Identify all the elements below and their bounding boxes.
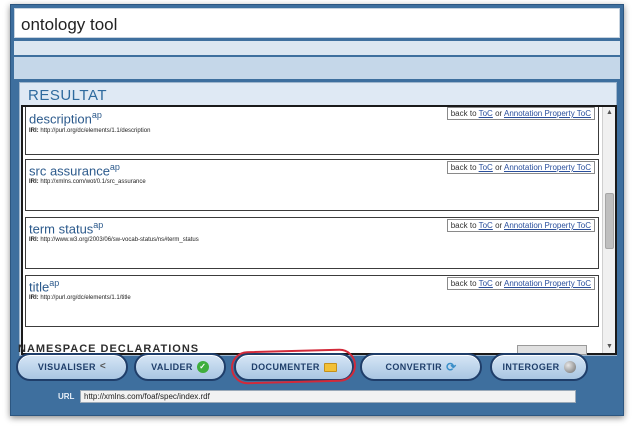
- backlink-box: back to ToC or Annotation Property ToC: [446, 107, 595, 120]
- toc-link[interactable]: ToC: [479, 221, 493, 230]
- url-input[interactable]: [80, 390, 576, 403]
- header-stripe: [14, 41, 620, 55]
- title-bar: ontology tool: [14, 8, 620, 38]
- property-type-tag: ap: [93, 220, 104, 230]
- toc-link[interactable]: ToC: [479, 279, 493, 288]
- backlink-box: back to ToC or Annotation Property ToC: [446, 161, 595, 174]
- property-type-tag: ap: [91, 110, 102, 120]
- vertical-scrollbar[interactable]: ▲ ▼: [602, 107, 615, 353]
- annotation-property-toc-link[interactable]: Annotation Property ToC: [504, 109, 591, 118]
- app-title: ontology tool: [21, 15, 118, 34]
- property-iri: IRI: http://www.w3.org/2003/06/sw-vocab-…: [29, 237, 199, 243]
- convertir-button[interactable]: CONVERTIR ⟳: [360, 353, 482, 381]
- annotation-property-entry: src assuranceap back to ToC or Annotatio…: [25, 159, 599, 211]
- interoger-button[interactable]: INTEROGER: [490, 353, 588, 381]
- convertir-label: CONVERTIR: [385, 362, 443, 372]
- result-scroll-area[interactable]: descriptionap back to ToC or Annotation …: [21, 105, 617, 355]
- property-name: src assuranceap: [29, 162, 120, 179]
- globe-icon: [563, 361, 576, 373]
- property-iri: IRI: http://xmlns.com/wot/0.1/src_assura…: [29, 179, 146, 185]
- interoger-label: INTEROGER: [502, 362, 560, 372]
- share-icon: <: [99, 361, 107, 372]
- visualiser-button[interactable]: VISUALISER <: [16, 353, 128, 381]
- refresh-icon: ⟳: [446, 360, 457, 374]
- property-iri: IRI: http://purl.org/dc/elements/1.1/des…: [29, 128, 151, 134]
- annotation-property-entry: term statusap back to ToC or Annotation …: [25, 217, 599, 269]
- property-name: titleap: [29, 278, 60, 295]
- visualiser-label: VISUALISER: [37, 362, 96, 372]
- action-toolbar: VISUALISER < VALIDER ✓ DOCUMENTER CONVER…: [16, 348, 590, 385]
- backlink-box: back to ToC or Annotation Property ToC: [446, 219, 595, 232]
- valider-button[interactable]: VALIDER ✓: [134, 353, 226, 381]
- url-row: URL: [48, 390, 578, 404]
- property-iri: IRI: http://purl.org/dc/elements/1.1/tit…: [29, 295, 131, 301]
- annotation-property-entry: titleap back to ToC or Annotation Proper…: [25, 275, 599, 327]
- scroll-down-arrow-icon[interactable]: ▼: [603, 341, 615, 353]
- result-panel: RESULTAT descriptionap back to ToC or An…: [19, 82, 617, 356]
- property-name: term statusap: [29, 220, 104, 237]
- valider-label: VALIDER: [151, 362, 193, 372]
- annotation-property-toc-link[interactable]: Annotation Property ToC: [504, 163, 591, 172]
- property-type-tag: ap: [109, 162, 120, 172]
- header-band: [14, 57, 620, 79]
- annotation-property-entry: descriptionap back to ToC or Annotation …: [25, 107, 599, 155]
- toc-link[interactable]: ToC: [479, 109, 493, 118]
- property-type-tag: ap: [49, 278, 60, 288]
- annotation-property-toc-link[interactable]: Annotation Property ToC: [504, 221, 591, 230]
- toc-link[interactable]: ToC: [479, 163, 493, 172]
- annotation-property-toc-link[interactable]: Annotation Property ToC: [504, 279, 591, 288]
- scroll-up-arrow-icon[interactable]: ▲: [603, 107, 615, 119]
- property-name: descriptionap: [29, 110, 102, 127]
- url-label: URL: [58, 392, 75, 401]
- highlight-annotation: [230, 348, 357, 385]
- backlink-box: back to ToC or Annotation Property ToC: [446, 277, 595, 290]
- check-icon: ✓: [196, 361, 209, 373]
- scrollbar-thumb[interactable]: [605, 193, 614, 249]
- result-heading: RESULTAT: [28, 87, 108, 104]
